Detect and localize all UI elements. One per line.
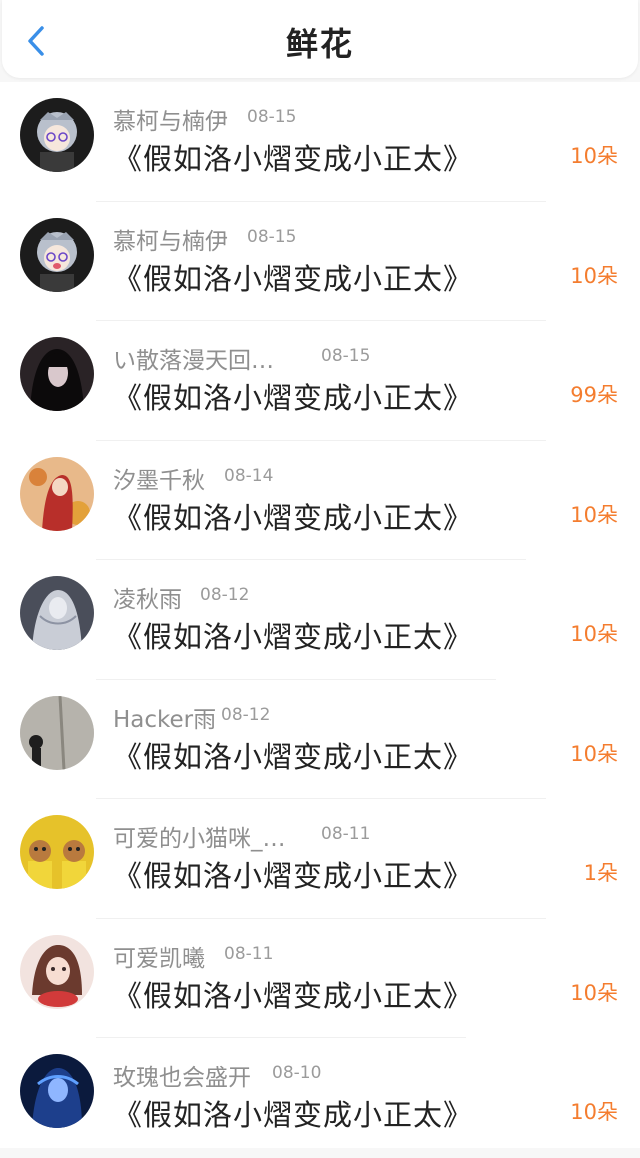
flower-count: 10朵 (570, 144, 618, 168)
avatar[interactable] (20, 695, 94, 770)
user-name: 慕柯与楠伊 (113, 228, 228, 255)
flower-count: 1朵 (583, 861, 618, 885)
avatar[interactable] (20, 98, 94, 172)
flower-count: 99朵 (570, 383, 618, 407)
date: 08-14 (224, 465, 274, 486)
avatar[interactable] (20, 456, 94, 531)
book-title: 《假如洛小熠变成小正太》 (113, 142, 474, 176)
flower-count: 10朵 (570, 502, 618, 527)
user-name: 慕柯与楠伊 (113, 109, 228, 135)
book-title: 《假如洛小熠变成小正太》 (113, 978, 474, 1013)
user-name: い散落漫天回… (113, 348, 274, 374)
date: 08-15 (247, 226, 297, 247)
avatar[interactable] (20, 337, 94, 411)
list-item[interactable]: い散落漫天回… 08-15 《假如洛小熠变成小正太》 99朵 (0, 321, 640, 441)
book-title: 《假如洛小熠变成小正太》 (113, 500, 474, 535)
user-name: 凌秋雨 (113, 587, 182, 613)
top-bar: 鲜花 (2, 0, 638, 78)
avatar[interactable] (20, 1054, 94, 1128)
user-name: 可爱的小猫咪_… (113, 826, 286, 852)
flower-count: 10朵 (570, 980, 618, 1005)
date: 08-10 (272, 1063, 322, 1083)
user-name: 玫瑰也会盛开 (113, 1065, 251, 1091)
date: 08-12 (200, 585, 250, 605)
avatar[interactable] (20, 815, 94, 889)
list-item[interactable]: 慕柯与楠伊 08-15 《假如洛小熠变成小正太》 10朵 (0, 82, 640, 202)
book-title: 《假如洛小熠变成小正太》 (113, 261, 474, 296)
avatar[interactable] (20, 217, 94, 292)
date: 08-12 (221, 704, 271, 725)
user-name: 汐墨千秋 (113, 467, 205, 494)
flower-count: 10朵 (570, 263, 618, 288)
avatar[interactable] (20, 934, 94, 1009)
list-item[interactable]: 玫瑰也会盛开 08-10 《假如洛小熠变成小正太》 10朵 (0, 1038, 640, 1158)
user-name: 可爱凯曦 (113, 945, 205, 972)
list-item[interactable]: 凌秋雨 08-12 《假如洛小熠变成小正太》 10朵 (0, 560, 640, 680)
flower-count: 10朵 (570, 741, 618, 766)
book-title: 《假如洛小熠变成小正太》 (113, 620, 474, 654)
list-item[interactable]: 慕柯与楠伊 08-15 《假如洛小熠变成小正太》 10朵 (0, 202, 640, 321)
date: 08-15 (247, 107, 297, 127)
book-title: 《假如洛小熠变成小正太》 (113, 1098, 474, 1132)
book-title: 《假如洛小熠变成小正太》 (113, 739, 474, 774)
flower-count: 10朵 (570, 622, 618, 646)
book-title: 《假如洛小熠变成小正太》 (113, 381, 474, 415)
flower-count: 10朵 (570, 1100, 618, 1124)
date: 08-11 (321, 824, 371, 844)
list-item[interactable]: 可爱的小猫咪_… 08-11 《假如洛小熠变成小正太》 1朵 (0, 799, 640, 919)
page-title: 鲜花 (285, 25, 354, 63)
avatar[interactable] (20, 576, 94, 650)
list-item[interactable]: Hacker雨 08-12 《假如洛小熠变成小正太》 10朵 (0, 680, 640, 799)
list-item[interactable]: 汐墨千秋 08-14 《假如洛小熠变成小正太》 10朵 (0, 441, 640, 560)
user-name: Hacker雨 (113, 706, 217, 733)
date: 08-15 (321, 346, 371, 366)
date: 08-11 (224, 943, 274, 964)
flower-list: 慕柯与楠伊 08-15 《假如洛小熠变成小正太》 10朵 慕柯与楠伊 08-15… (0, 82, 640, 1148)
list-item[interactable]: 可爱凯曦 08-11 《假如洛小熠变成小正太》 10朵 (0, 919, 640, 1038)
book-title: 《假如洛小熠变成小正太》 (113, 859, 474, 893)
